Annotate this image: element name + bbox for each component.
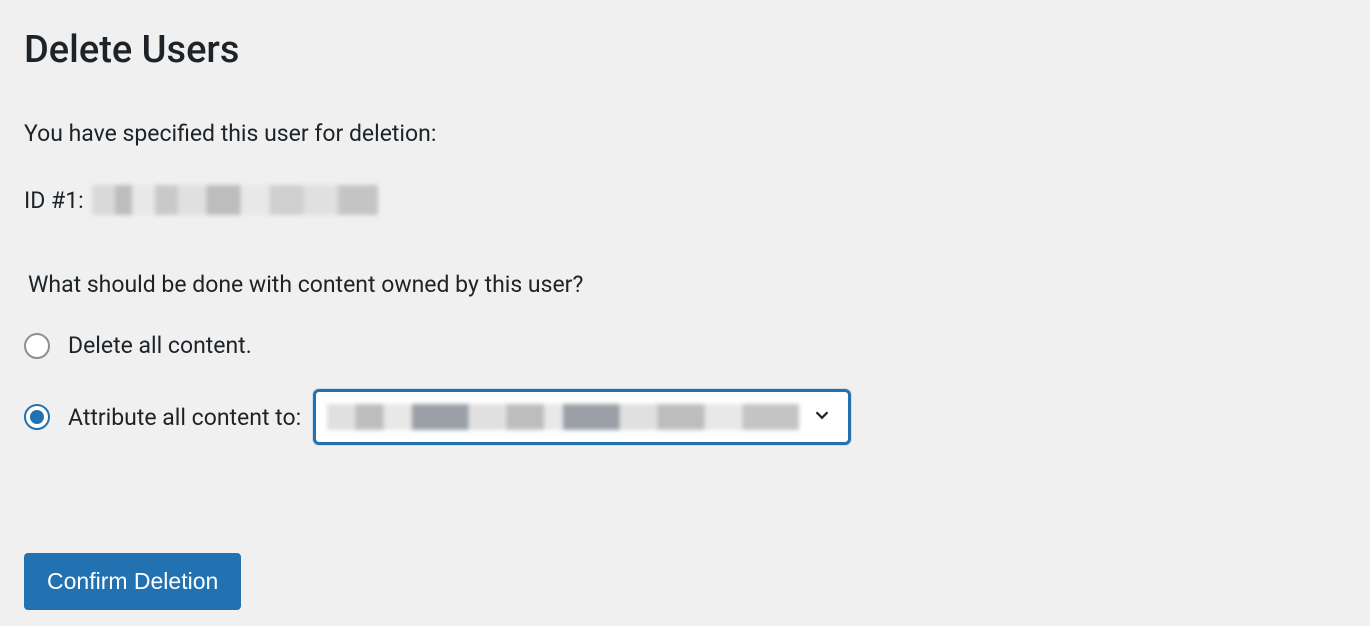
radio-delete-all[interactable] <box>24 333 50 359</box>
reassign-user-select[interactable] <box>313 389 851 445</box>
radio-attribute-to-label[interactable]: Attribute all content to: <box>68 404 301 431</box>
intro-text: You have specified this user for deletio… <box>24 120 1346 147</box>
radio-delete-all-label[interactable]: Delete all content. <box>68 332 252 359</box>
user-line: ID #1: <box>24 185 1346 215</box>
option-attribute-row: Attribute all content to: <box>24 389 1346 445</box>
option-delete-all-row: Delete all content. <box>24 332 1346 359</box>
page-title: Delete Users <box>24 28 1346 72</box>
user-name-redacted <box>92 185 378 215</box>
confirm-deletion-button[interactable]: Confirm Deletion <box>24 553 241 610</box>
radio-attribute-to[interactable] <box>24 404 50 430</box>
submit-area: Confirm Deletion <box>24 553 1346 610</box>
user-id-prefix: ID #1: <box>24 187 84 214</box>
content-question: What should be done with content owned b… <box>28 271 1346 298</box>
reassign-select-wrap <box>313 389 851 445</box>
